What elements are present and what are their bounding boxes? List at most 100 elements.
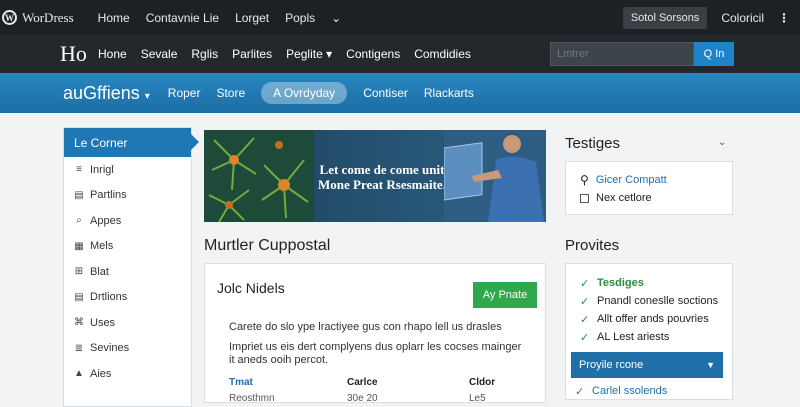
dropdown-label: Proyile rcone [579, 359, 644, 371]
document-icon: ▤ [74, 189, 84, 201]
site-switcher[interactable]: auGffiens ▾ [63, 83, 150, 104]
header-search: Q In [550, 42, 734, 66]
header-nav-item[interactable]: Comdidies [414, 47, 471, 61]
site-nav-item[interactable]: Roper [168, 86, 201, 100]
wordpress-logo[interactable]: W WorDress [2, 10, 74, 26]
check-label: AL Lest ariests [597, 331, 670, 343]
sidebar-item[interactable]: ≡ Inrigl [64, 157, 191, 183]
profile-dropdown[interactable]: Proyile rcone ▼ [571, 352, 723, 378]
check-icon: ✓ [580, 313, 590, 326]
sidebar-item[interactable]: ▤ Partlins [64, 183, 191, 209]
header-nav-item[interactable]: Parlites [232, 47, 272, 61]
more-icon[interactable]: ⋮ [778, 11, 790, 25]
sidebar-item[interactable]: ≣ Sevines [64, 336, 191, 362]
check-icon: ✓ [580, 331, 590, 344]
check-item: ✓ AL Lest ariests [566, 328, 732, 346]
header-nav: Hone Sevale Rglis Parlites Peglite ▾ Con… [98, 47, 471, 61]
search-icon: ⌕ [76, 215, 82, 227]
sidebar: Le Corner ≡ Inrigl ▤ Partlins ⌕ Appes ▦ Mels ⊞ Bl… [63, 127, 199, 407]
banner-text: Let come de come unit Mone Preat Rsesmai… [312, 162, 452, 192]
sidebar-item[interactable]: ⌘ Uses [64, 310, 191, 336]
sidebar-item[interactable]: ▤ Drtlions [64, 285, 191, 311]
widget-title: Testiges [565, 135, 621, 152]
sidebar-item-label: Sevines [90, 342, 130, 355]
grid-icon: ▦ [74, 240, 84, 252]
admin-nav-item[interactable]: Lorget [235, 11, 269, 25]
site-name: auGffiens [63, 82, 140, 103]
widget-link-label: Nex cetlore [596, 192, 652, 204]
table-cell: Reosthmn [229, 393, 275, 404]
check-item: ✓ Tesdiges [566, 274, 732, 292]
location-icon: ⌘ [74, 317, 84, 329]
header-nav-item[interactable]: Sevale [141, 47, 178, 61]
user-menu[interactable]: Coloricil [721, 11, 764, 25]
widget-link-label: Carlel ssolends [592, 385, 668, 397]
sidebar-items: ≡ Inrigl ▤ Partlins ⌕ Appes ▦ Mels ⊞ Blat ▤ Drtlion… [64, 157, 191, 387]
header-brand[interactable]: Ho [60, 41, 98, 67]
admin-nav-item[interactable]: Home [98, 11, 130, 25]
menu-icon: ≣ [74, 342, 84, 354]
chevron-down-icon: ▼ [706, 360, 715, 370]
table-header[interactable]: Tmat [229, 377, 253, 388]
table-cell: 30e 20 [347, 393, 378, 404]
content-card: Jolc Nidels Ay Pnate Carete do slo ype l… [204, 263, 546, 404]
site-nav-item[interactable]: Rlackarts [424, 86, 474, 100]
sidebar-item-label: Drtlions [90, 291, 128, 304]
sidebar-item-active[interactable]: Le Corner [64, 128, 199, 157]
check-label: Tesdiges [597, 277, 644, 289]
table-header: Cldor [469, 377, 496, 388]
sidebar-item[interactable]: ▲ Aies [64, 361, 191, 387]
banner-line: Mone Preat Rsesmaite. [318, 177, 446, 192]
check-item: ✓ Allt offer ands pouvries [566, 310, 732, 328]
account-box[interactable]: Sotol Sorsons [622, 6, 708, 29]
checkbox-icon [580, 193, 589, 203]
check-icon: ✓ [580, 277, 590, 290]
header-nav-label: Peglite [286, 47, 323, 61]
sidebar-item-label: Appes [90, 214, 122, 227]
check-item: ✓ Pnandl coneslle soctions [566, 292, 732, 310]
widget-link[interactable]: ⚲ Gicer Compatt [566, 171, 732, 189]
sidebar-item-label: Blat [90, 265, 109, 278]
search-button[interactable]: Q In [694, 42, 734, 66]
site-nav-item[interactable]: Store [216, 86, 245, 100]
sidebar-item-label: Partlins [90, 189, 127, 202]
foliage-image [204, 130, 314, 222]
hero-banner: Let come de come unit Mone Preat Rsesmai… [204, 130, 546, 222]
sidebar-item-label: Uses [90, 316, 116, 329]
admin-nav: Home Contavnie Lie Lorget Popls ⌄ [98, 11, 342, 25]
primary-button[interactable]: Ay Pnate [473, 282, 537, 308]
header-nav-item[interactable]: Peglite ▾ [286, 47, 332, 61]
table-cell: Le5 [469, 393, 486, 404]
check-label: Allt offer ands pouvries [597, 313, 709, 325]
logo-text: WorDress [22, 9, 74, 25]
search-input[interactable] [550, 42, 694, 66]
widget-link[interactable]: ✓ Carlel ssolends [575, 385, 667, 398]
site-nav-item[interactable]: Contiser [363, 86, 408, 100]
site-nav: Roper Store A Ovrdyday Contiser Rlackart… [168, 82, 474, 104]
chevron-down-icon[interactable]: ⌄ [331, 11, 341, 25]
header-nav-item[interactable]: Contigens [346, 47, 400, 61]
document-icon: ▤ [74, 291, 84, 303]
sidebar-item[interactable]: ⌕ Appes [64, 208, 191, 234]
person-laptop-image [444, 130, 546, 222]
sidebar-item[interactable]: ▦ Mels [64, 234, 191, 260]
widget-link[interactable]: Nex cetlore [566, 189, 732, 207]
header-nav-item[interactable]: Hone [98, 47, 127, 61]
check-icon: ✓ [580, 295, 590, 308]
card-title: Jolc Nidels [217, 280, 285, 296]
wordpress-icon: W [2, 10, 17, 25]
chevron-down-icon[interactable]: ⌄ [718, 137, 726, 148]
admin-nav-item[interactable]: Contavnie Lie [146, 11, 219, 25]
chevron-down-icon: ▾ [144, 90, 150, 102]
site-nav-bar: auGffiens ▾ Roper Store A Ovrdyday Conti… [0, 73, 800, 113]
widget-title: Provites [565, 237, 620, 254]
sidebar-item-label: Aies [90, 367, 112, 380]
header-nav-item[interactable]: Rglis [191, 47, 218, 61]
sidebar-item[interactable]: ⊞ Blat [64, 259, 191, 285]
admin-right: Sotol Sorsons Coloricil ⋮ [622, 6, 790, 29]
admin-nav-item[interactable]: Popls [285, 11, 315, 25]
check-label: Pnandl coneslle soctions [597, 295, 719, 307]
chart-icon: ▲ [74, 368, 84, 380]
site-nav-item-active[interactable]: A Ovrdyday [261, 82, 348, 104]
card-paragraph: Carete do slo ype lractiyee gus con rhap… [229, 321, 502, 333]
